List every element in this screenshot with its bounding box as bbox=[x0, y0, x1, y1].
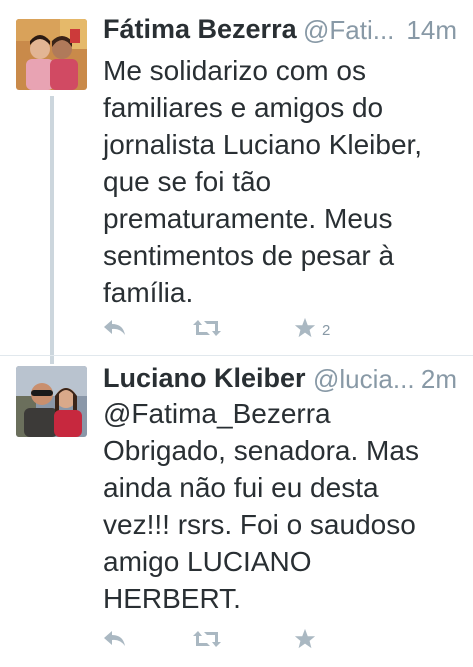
retweet-button[interactable] bbox=[192, 624, 222, 654]
retweet-icon bbox=[193, 320, 221, 336]
tweet-header: Luciano Kleiber @lucia... 2m bbox=[103, 363, 457, 397]
reply-icon bbox=[104, 631, 125, 646]
tweet-actions: 2 bbox=[103, 313, 433, 343]
author-handle[interactable]: @Fati... bbox=[303, 15, 394, 46]
author-handle[interactable]: @lucia... bbox=[313, 364, 415, 395]
favorite-button[interactable]: 2 bbox=[294, 313, 330, 343]
author-name[interactable]: Luciano Kleiber bbox=[103, 363, 306, 394]
tweet[interactable]: Fátima Bezerra @Fati... 14m Me solidariz… bbox=[0, 0, 473, 355]
tweet-timestamp[interactable]: 14m bbox=[406, 15, 457, 46]
reply-button[interactable] bbox=[103, 313, 127, 343]
tweet-header: Fátima Bezerra @Fati... 14m bbox=[103, 14, 457, 48]
favorite-icon bbox=[294, 317, 316, 338]
tweet-timestamp[interactable]: 2m bbox=[421, 364, 457, 395]
author-name[interactable]: Fátima Bezerra bbox=[103, 14, 297, 45]
reply-icon bbox=[104, 320, 125, 335]
retweet-icon bbox=[193, 631, 221, 647]
tweet-text: Me solidarizo com os familiares e amigos… bbox=[103, 55, 423, 308]
favorite-count: 2 bbox=[322, 321, 331, 339]
avatar[interactable] bbox=[16, 366, 87, 437]
tweet-actions bbox=[103, 624, 433, 654]
tweet-text: @Fatima_Bezerra Obrigado, senadora. Mas … bbox=[103, 398, 419, 614]
favorite-button[interactable] bbox=[294, 624, 316, 654]
favorite-icon bbox=[294, 628, 316, 649]
retweet-button[interactable] bbox=[192, 313, 222, 343]
reply-button[interactable] bbox=[103, 624, 127, 654]
tweet[interactable]: Luciano Kleiber @lucia... 2m @Fatima_Bez… bbox=[0, 355, 473, 667]
avatar[interactable] bbox=[16, 19, 87, 90]
